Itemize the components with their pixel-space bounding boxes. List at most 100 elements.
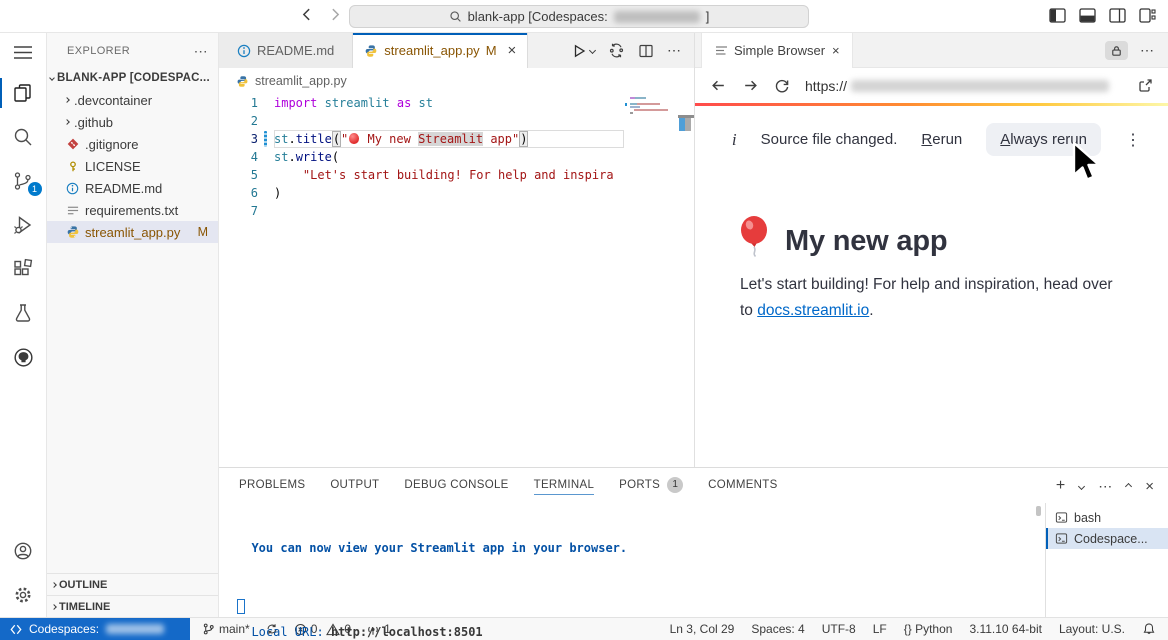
terminal-scrollbar[interactable] [1036,506,1041,516]
tab-ports[interactable]: PORTS 1 [619,468,683,501]
code-line[interactable]: 7 [219,202,694,220]
code-line[interactable]: 3st.title(" My new Streamlit app") [219,130,694,148]
terminal-item-bash[interactable]: bash [1046,507,1168,528]
browser-forward-icon[interactable] [742,77,759,94]
tree-item-readme[interactable]: README.md [47,177,218,199]
info-file-icon [65,182,80,195]
info-file-icon [237,44,251,58]
tab-readme[interactable]: README.md [219,33,353,68]
outline-section[interactable]: OUTLINE [47,573,218,595]
tab-terminal[interactable]: TERMINAL [534,468,595,501]
notifications-bell-icon[interactable] [1142,622,1156,636]
customize-layout-icon[interactable] [1139,8,1156,23]
breadcrumb[interactable]: streamlit_app.py [219,68,694,94]
terminal-item-codespace[interactable]: Codespace... [1046,528,1168,549]
chevron-down-icon[interactable] [1078,482,1085,489]
tree-item-license[interactable]: LICENSE [47,155,218,177]
extensions-icon[interactable] [0,247,47,291]
terminal-cursor [237,599,245,614]
streamlit-menu-icon[interactable]: ⋮ [1125,130,1142,150]
code-line[interactable]: 6) [219,184,694,202]
search-view-icon[interactable] [0,115,47,159]
gutter [258,148,274,166]
split-editor-icon[interactable] [638,43,654,59]
cursor-position-item[interactable]: Ln 3, Col 29 [670,622,735,636]
tree-item-gitignore[interactable]: .gitignore [47,133,218,155]
tree-item-devcontainer[interactable]: .devcontainer [47,89,218,111]
git-modified-badge: M [198,225,208,239]
code-line[interactable]: 5 "Let's start building! For help and in… [219,166,694,184]
balloon-icon [740,216,772,258]
tab-streamlit-app[interactable]: streamlit_app.py M × [353,33,528,68]
settings-gear-icon[interactable] [0,573,47,617]
explorer-more-icon[interactable]: ⋯ [194,43,208,60]
tab-debug-console[interactable]: DEBUG CONSOLE [404,468,508,501]
explorer-sidebar: EXPLORER ⋯ BLANK-APP [CODESPAC... .devco… [47,33,219,617]
explorer-icon[interactable] [0,71,47,115]
balloon-icon [349,133,359,144]
search-text-prefix: blank-app [Codespaces: [468,9,608,24]
minimap[interactable] [625,94,694,467]
tab-output[interactable]: OUTPUT [330,468,379,501]
tab-comments[interactable]: COMMENTS [708,468,777,501]
list-icon [716,46,727,55]
encoding-item[interactable]: UTF-8 [822,622,856,636]
menu-icon[interactable] [0,33,47,71]
github-icon[interactable] [0,335,47,379]
open-external-icon[interactable] [1137,78,1153,94]
docs-streamlit-link[interactable]: docs.streamlit.io [757,302,869,319]
history-forward-icon[interactable] [327,6,344,23]
search-icon [449,10,462,23]
app-paragraph: Let's start building! For help and inspi… [740,272,1125,324]
new-terminal-icon[interactable]: + [1056,477,1065,495]
code-line[interactable]: 2 [219,112,694,130]
code-line[interactable]: 1import streamlit as st [219,94,694,112]
editor-more-icon[interactable]: ⋯ [667,42,681,59]
gutter [258,94,274,112]
toggle-secondary-sidebar-icon[interactable] [1109,8,1126,23]
compare-changes-icon[interactable] [608,42,625,59]
run-debug-icon[interactable] [0,203,47,247]
tree-item-streamlit-app[interactable]: streamlit_app.py M [47,221,218,243]
browser-back-icon[interactable] [710,77,727,94]
account-icon[interactable] [0,529,47,573]
keyboard-layout-item[interactable]: Layout: U.S. [1059,622,1125,636]
toggle-sidebar-icon[interactable] [1049,8,1066,23]
remote-indicator[interactable]: Codespaces: [0,618,190,640]
tree-item-github[interactable]: .github [47,111,218,133]
lock-button[interactable] [1105,41,1128,60]
eol-item[interactable]: LF [873,622,887,636]
tab-problems[interactable]: PROBLEMS [239,468,305,501]
tab-modified-badge: M [486,43,497,58]
workspace-root[interactable]: BLANK-APP [CODESPAC... [47,67,218,89]
url-bar[interactable]: https:// [805,78,1109,94]
rerun-button[interactable]: Rerun [921,131,962,148]
panel-more-icon[interactable]: ⋯ [1098,478,1112,495]
code-editor[interactable]: 1import streamlit as st23st.title(" My n… [219,94,694,467]
tab-simple-browser[interactable]: Simple Browser × [701,33,853,68]
terminal-output[interactable]: You can now view your Streamlit app in y… [237,513,627,640]
code-line[interactable]: 4st.write( [219,148,694,166]
line-number: 1 [219,94,258,112]
tree-item-requirements[interactable]: requirements.txt [47,199,218,221]
browser-tabbar: Simple Browser × ⋯ [695,33,1168,68]
command-center-search[interactable]: blank-app [Codespaces: ] [349,5,809,28]
close-panel-icon[interactable]: × [1145,478,1154,495]
gutter [258,112,274,130]
app-title-text: My new app [785,225,947,258]
testing-flask-icon[interactable] [0,291,47,335]
language-mode-item[interactable]: {} Python [904,622,953,636]
source-control-icon[interactable]: 1 [0,159,47,203]
timeline-section[interactable]: TIMELINE [47,595,218,617]
history-back-icon[interactable] [298,6,315,23]
indentation-item[interactable]: Spaces: 4 [751,622,804,636]
toggle-panel-icon[interactable] [1079,8,1096,23]
browser-reload-icon[interactable] [774,78,790,94]
close-icon[interactable]: × [832,43,840,58]
run-python-file-button[interactable] [571,43,595,59]
redacted-codespace-name [614,11,700,23]
close-icon[interactable]: × [508,42,517,59]
browser-more-icon[interactable]: ⋯ [1128,42,1168,59]
python-version-item[interactable]: 3.11.10 64-bit [969,622,1042,636]
chevron-up-icon[interactable] [1125,482,1132,489]
